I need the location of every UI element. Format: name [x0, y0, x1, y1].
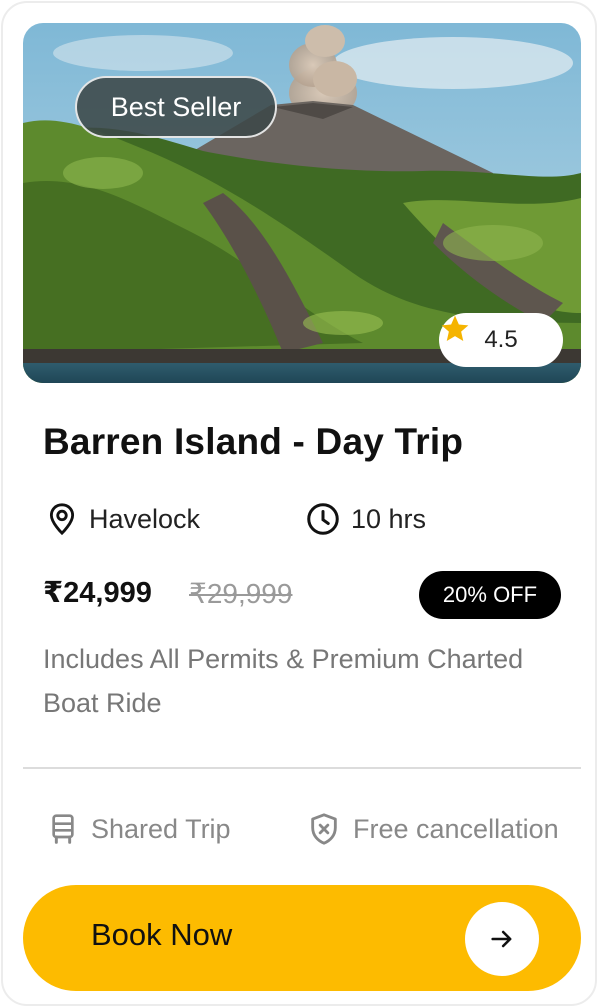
book-now-button[interactable]: Book Now	[23, 885, 581, 991]
location-label: Havelock	[89, 503, 201, 534]
clock-icon	[307, 503, 339, 535]
divider	[23, 767, 581, 769]
rating-badge: 4.5	[439, 313, 563, 367]
feature-cancel-label: Free cancellation	[353, 813, 559, 844]
feature-free-cancellation: Free cancellation	[307, 807, 559, 851]
trip-location: Havelock	[45, 499, 200, 539]
trip-card[interactable]: Best Seller 4.5 Barren Island - Day Trip…	[1, 1, 597, 1006]
trip-duration: 10 hrs	[305, 499, 426, 539]
original-price: ₹29,999	[189, 578, 293, 609]
duration-label: 10 hrs	[351, 503, 427, 534]
trip-description: Includes All Permits & Premium Charted B…	[43, 644, 524, 718]
discount-badge: 20% OFF	[419, 571, 561, 619]
shield-x-icon	[311, 813, 337, 845]
current-price: ₹24,999	[43, 577, 152, 609]
feature-shared-trip: Shared Trip	[47, 807, 231, 851]
bus-icon	[52, 814, 74, 844]
trip-image[interactable]: Best Seller 4.5	[23, 23, 581, 383]
best-seller-badge: Best Seller	[75, 76, 277, 138]
trip-title: Barren Island - Day Trip	[43, 421, 464, 462]
rating-value: 4.5	[484, 326, 518, 353]
feature-shared-label: Shared Trip	[91, 813, 231, 844]
arrow-right-icon	[491, 930, 512, 948]
location-pin-icon	[49, 503, 75, 536]
arrow-button[interactable]	[465, 902, 539, 976]
star-icon	[441, 315, 469, 341]
book-now-label: Book Now	[91, 917, 233, 952]
